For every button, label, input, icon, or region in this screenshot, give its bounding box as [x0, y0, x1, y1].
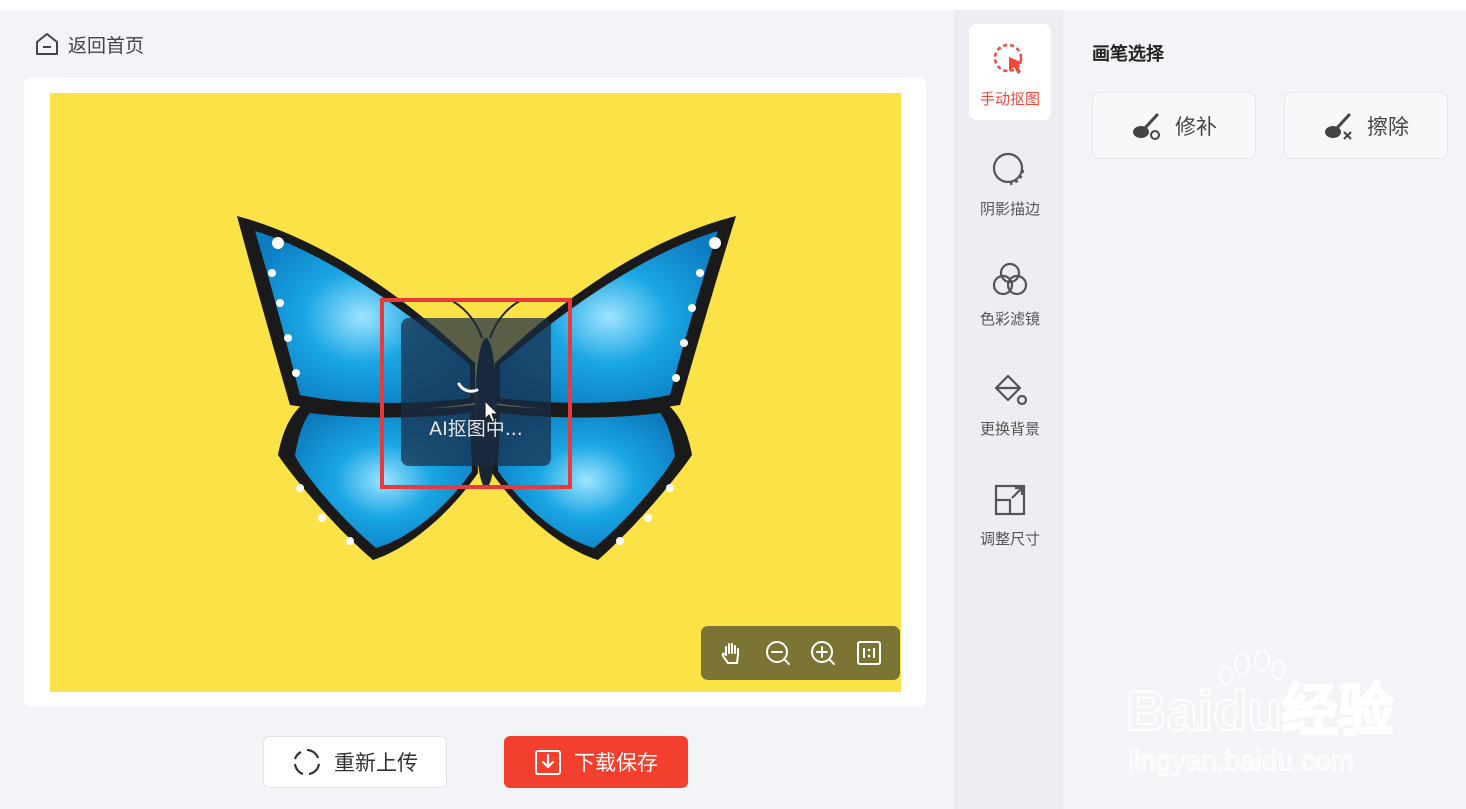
zoom-out-button[interactable]	[762, 637, 794, 669]
repair-brush-label: 修补	[1175, 114, 1217, 139]
hand-tool-button[interactable]	[716, 637, 748, 669]
mouse-cursor-icon	[484, 400, 499, 423]
resize-icon	[994, 484, 1026, 516]
color-filter-icon	[992, 262, 1028, 296]
erase-brush-label: 擦除	[1367, 114, 1409, 139]
manual-cutout-icon	[993, 43, 1023, 74]
watermark-logo: Baidu经验	[1126, 679, 1394, 742]
zoom-out-icon	[765, 641, 790, 665]
tool-resize[interactable]: 调整尺寸	[969, 464, 1051, 560]
paint-bucket-icon	[994, 374, 1028, 406]
tool-label: 更换背景	[979, 420, 1040, 438]
top-strip	[0, 0, 1466, 10]
panel-title: 画笔选择	[1092, 44, 1164, 65]
repair-brush-button[interactable]: 修补	[1092, 92, 1256, 159]
tool-color-filter[interactable]: 色彩滤镜	[969, 244, 1051, 340]
erase-brush-icon	[1325, 113, 1352, 140]
tool-manual-cutout[interactable]: 手动抠图	[969, 24, 1051, 120]
actual-size-icon	[857, 641, 882, 665]
shadow-outline-icon	[992, 152, 1025, 186]
zoom-in-icon	[811, 641, 836, 665]
actual-size-button[interactable]	[853, 637, 885, 669]
download-save-button[interactable]: 下载保存	[504, 736, 688, 788]
baidu-jingyan-watermark: Baidu经验 jingyan.baidu.com	[1126, 650, 1395, 777]
zoom-toolbar	[701, 626, 900, 680]
selection-highlight-box	[380, 298, 572, 489]
tool-change-background[interactable]: 更换背景	[969, 354, 1051, 450]
tool-label: 色彩滤镜	[979, 310, 1040, 328]
tool-label: 调整尺寸	[979, 530, 1040, 548]
watermark-url: jingyan.baidu.com	[1127, 745, 1354, 776]
zoom-in-button[interactable]	[807, 637, 839, 669]
back-home-label: 返回首页	[68, 34, 145, 57]
download-save-label: 下载保存	[574, 751, 658, 775]
tool-shadow-outline[interactable]: 阴影描边	[969, 134, 1051, 230]
download-icon	[535, 750, 561, 775]
tool-label: 手动抠图	[979, 90, 1040, 108]
refresh-icon	[293, 748, 321, 776]
home-icon	[36, 33, 58, 55]
repair-brush-icon	[1133, 113, 1160, 140]
reupload-button[interactable]: 重新上传	[263, 736, 447, 788]
reupload-label: 重新上传	[334, 751, 418, 775]
back-home-link[interactable]: 返回首页	[34, 30, 144, 58]
tool-rail: 手动抠图 阴影描边 色彩滤镜 更换背景 调整尺寸	[955, 10, 1063, 809]
hand-icon	[721, 643, 739, 664]
tool-label: 阴影描边	[979, 200, 1040, 218]
erase-brush-button[interactable]: 擦除	[1284, 92, 1448, 159]
